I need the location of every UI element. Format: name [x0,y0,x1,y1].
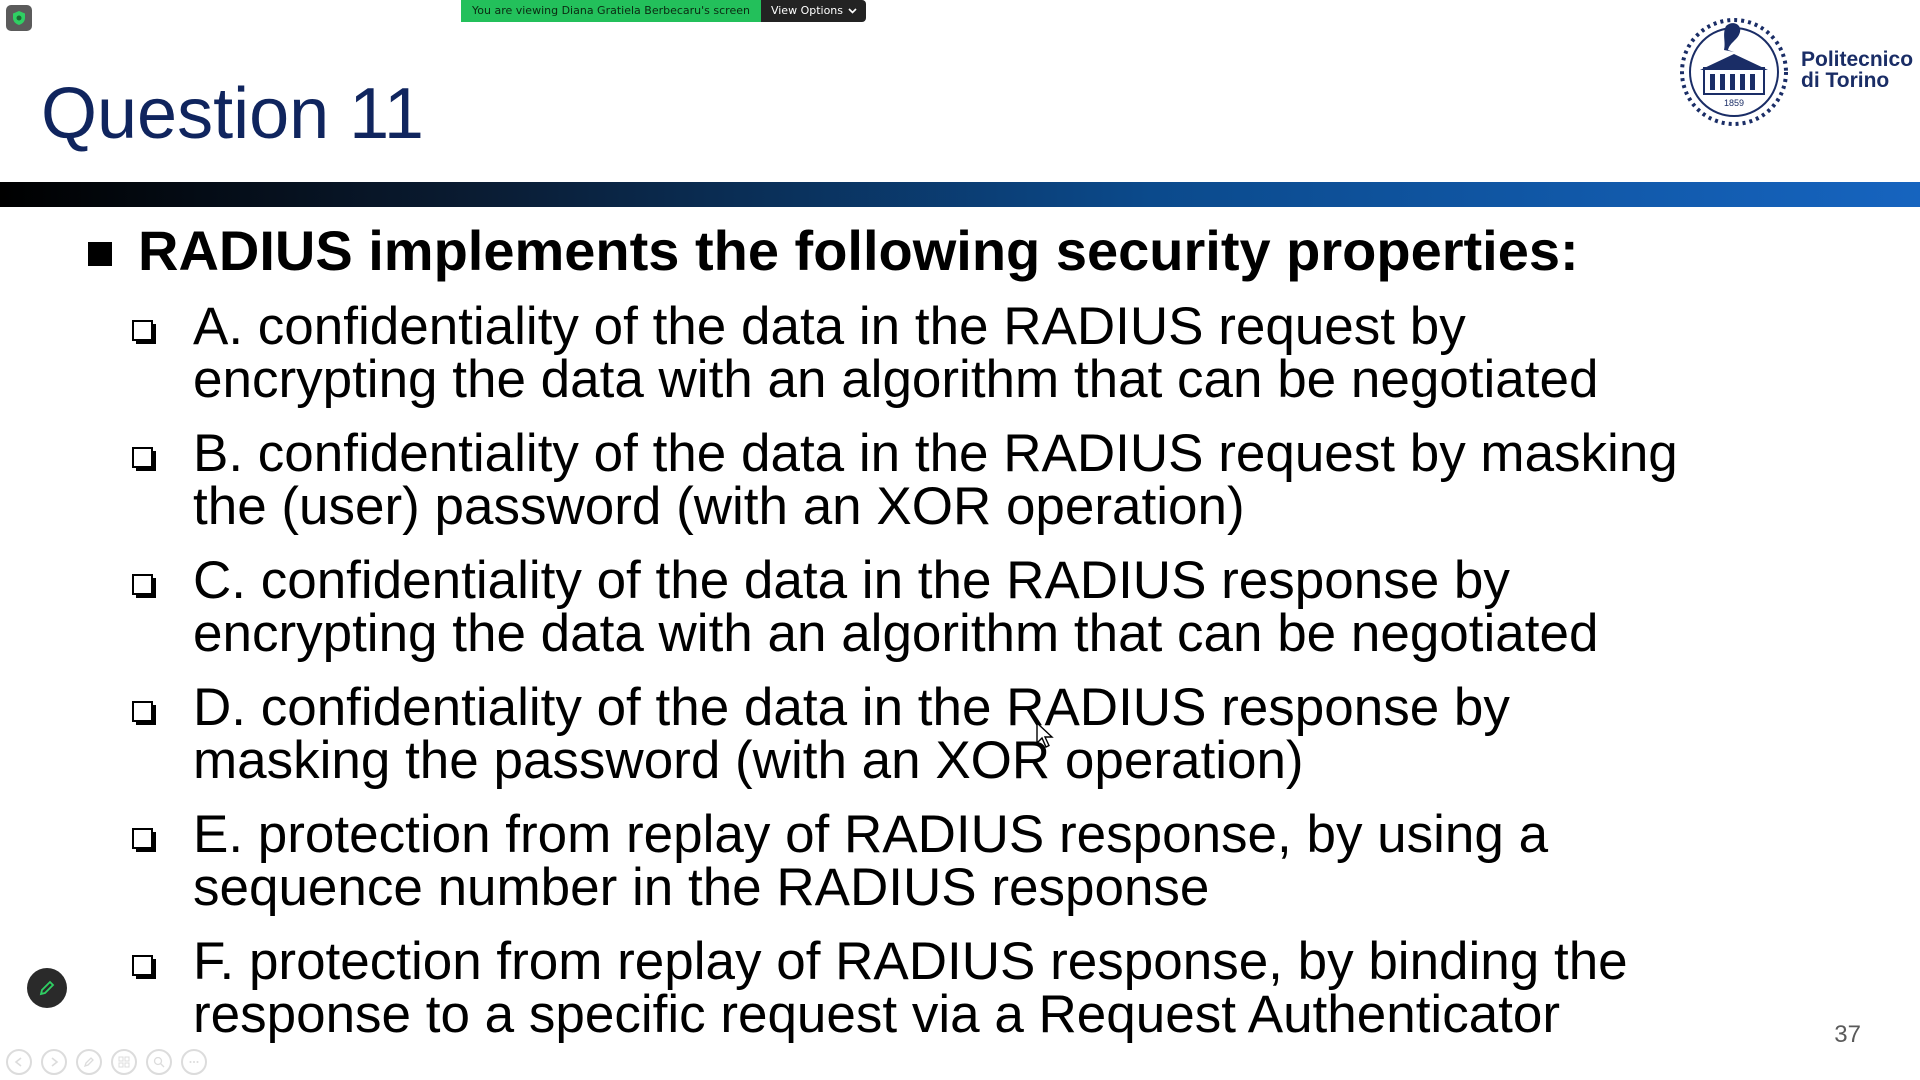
next-icon [51,1057,59,1067]
checkbox-icon [132,447,156,471]
main-bullet-text: RADIUS implements the following security… [138,219,1579,282]
annotate-pen-button[interactable] [27,968,67,1008]
see-all-slides-button[interactable] [111,1049,137,1075]
slide-title: Question 11 [41,74,424,154]
more-options-button[interactable] [181,1049,207,1075]
option-a-line1: A. confidentiality of the data in the RA… [193,297,1466,356]
checkbox-icon [132,701,156,725]
zoom-icon [153,1056,165,1068]
title-divider [0,182,1920,207]
previous-icon [14,1057,22,1067]
option-c-line2: encrypting the data with an algorithm th… [193,604,1599,663]
zoom-button[interactable] [146,1049,172,1075]
checkbox-icon [132,574,156,598]
option-f-line1: F. protection from replay of RADIUS resp… [193,932,1628,991]
university-name-line1: Politecnico [1801,48,1914,71]
option-c-line1: C. confidentiality of the data in the RA… [193,551,1510,610]
option-e-line1: E. protection from replay of RADIUS resp… [193,805,1549,864]
university-name: Politecnico di Torino [1801,49,1913,91]
option-e-line2: sequence number in the RADIUS response [193,858,1210,917]
university-seal-icon: 1859 [1680,18,1788,126]
slides-icon [118,1056,130,1068]
option-d-line1: D. confidentiality of the data in the RA… [193,678,1510,737]
checkbox-icon [132,828,156,852]
checkbox-icon [132,320,156,344]
option-a-line2: encrypting the data with an algorithm th… [193,350,1599,409]
option-b-line2: the (user) password (with an XOR operati… [193,477,1245,536]
more-icon [189,1061,199,1063]
previous-slide-button[interactable] [6,1049,32,1075]
option-f-line2: response to a specific request via a Req… [193,985,1561,1044]
slide-toolbar [6,1049,207,1075]
option-b-line1: B. confidentiality of the data in the RA… [193,424,1678,483]
option-d-line2: masking the password (with an XOR operat… [193,731,1304,790]
screen-share-banner: You are viewing Diana Gratiela Berbecaru… [461,0,867,22]
checkbox-icon [132,955,156,979]
chevron-down-icon [848,8,857,14]
next-slide-button[interactable] [41,1049,67,1075]
view-options-label: View Options [770,4,844,17]
main-bullet: RADIUS implements the following security… [88,219,1579,282]
square-bullet-icon [88,242,112,267]
logo-year: 1859 [1724,98,1744,108]
presentation-screen: You are viewing Diana Gratiela Berbecaru… [0,0,1920,1080]
university-logo: 1859 Politecnico di Torino [1672,16,1913,126]
viewing-screen-label: You are viewing Diana Gratiela Berbecaru… [461,0,761,22]
view-options-button[interactable]: View Options [760,0,867,22]
pen-tool-button[interactable] [76,1049,102,1075]
app-shield-icon[interactable] [6,5,32,31]
pen-icon [39,980,55,996]
pen-icon [83,1057,94,1068]
slide-page-number: 37 [1834,1021,1861,1048]
university-name-line2: di Torino [1801,69,1890,92]
mouse-pointer-icon [1036,722,1054,748]
